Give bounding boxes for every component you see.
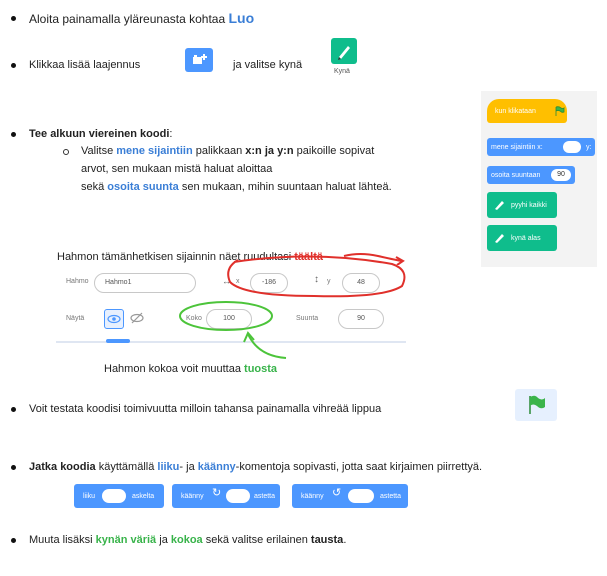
sub1-mid: palikkaan	[192, 145, 246, 157]
add-extension-icon	[185, 48, 213, 72]
turn-left-icon: ↺	[332, 487, 342, 499]
green-arrow-icon	[243, 331, 287, 359]
green-flag-icon	[529, 395, 545, 414]
turn-right-icon: ↻	[212, 487, 222, 499]
bullet	[11, 16, 16, 21]
turn-left-prefix: käänny	[301, 493, 324, 500]
turn-right-block: käänny ↻ astetta	[172, 484, 280, 508]
pen-icon	[495, 201, 504, 210]
eye-hidden-icon	[130, 312, 144, 324]
turn-right-prefix: käänny	[181, 493, 204, 500]
code-example-panel: kun klikataan mene sijaintiin x: y: osoi…	[481, 91, 597, 267]
instruction-4-text: Voit testata koodisi toimivuutta milloin…	[29, 403, 382, 415]
sub3-suffix: sen mukaan, mihin suuntaan haluat lähteä…	[178, 181, 392, 193]
turn-right-suffix: astetta	[254, 493, 276, 500]
i5-t2: - ja	[179, 461, 198, 473]
eye-icon	[107, 314, 121, 324]
sub3-prefix: sekä	[81, 181, 108, 193]
point-value-input[interactable]: 90	[551, 169, 571, 181]
pen-clear-label: pyyhi kaikki	[511, 202, 547, 209]
move-suffix: askelta	[132, 493, 155, 500]
turn-left-input[interactable]	[348, 489, 374, 503]
i6-t4: .	[343, 534, 347, 546]
go-to-xy-block: mene sijaintiin x: y:	[487, 138, 595, 156]
goto-x-input[interactable]	[563, 141, 581, 153]
instruction-3-heading: Tee alkuun viereinen koodi:	[29, 127, 172, 141]
sub-instruction-line-3: sekä osoita suunta sen mukaan, mihin suu…	[81, 180, 392, 194]
bullet	[11, 63, 16, 68]
direction-field[interactable]: 90	[338, 309, 384, 329]
heading-suffix: :	[169, 128, 173, 140]
instruction-2-text-after: ja valitse kynä	[233, 59, 303, 71]
size-note: Hahmon kokoa voit muuttaa tuosta	[104, 362, 277, 376]
turn-right-input[interactable]	[226, 489, 250, 503]
pen-down-label: kynä alas	[511, 235, 541, 242]
pen-clear-block: pyyhi kaikki	[487, 192, 557, 218]
heading-text: Tee alkuun viereinen koodi	[29, 128, 170, 140]
xy-bold: x:n ja y:n	[245, 145, 294, 157]
pen-down-block: kynä alas	[487, 225, 557, 251]
pen-caption: Kynä	[334, 68, 350, 75]
i6-t2: ja	[156, 534, 171, 546]
bullet	[11, 132, 16, 137]
sub-instruction-line-2: arvot, sen mukaan mistä haluat aloittaa	[81, 163, 273, 175]
i6-t3: sekä valitse erilainen	[202, 534, 311, 546]
turn-left-block: käänny ↺ astetta	[292, 484, 408, 508]
goto-highlight: mene sijaintiin	[116, 145, 193, 157]
goto-prefix: mene sijaintiin x:	[491, 144, 543, 151]
when-flag-clicked-block: kun klikataan	[487, 99, 567, 123]
i5-t1: käyttämällä	[95, 461, 158, 473]
show-visible-button[interactable]	[104, 309, 124, 329]
instruction-5: Jatka koodia käyttämällä liiku- ja käänn…	[29, 460, 482, 474]
goto-y-label: y:	[586, 144, 592, 151]
sprite-label: Hahmo	[66, 278, 89, 285]
sub1-prefix: Valitse	[81, 145, 117, 157]
show-hidden-button[interactable]	[128, 309, 146, 327]
bullet	[11, 407, 16, 412]
instruction-1-text: Aloita painamalla yläreunasta kohtaa	[29, 12, 229, 26]
instruction-2-text: Klikkaa lisää laajennus	[29, 59, 141, 71]
pen-size-highlight: kokoa	[170, 534, 203, 546]
move-highlight: liiku	[157, 461, 180, 473]
instruction-6: Muuta lisäksi kynän väriä ja kokoa sekä …	[29, 533, 346, 547]
i6-t1: Muuta lisäksi	[29, 534, 96, 546]
bullet	[11, 465, 16, 470]
green-flag-icon	[555, 106, 565, 116]
pen-color-highlight: kynän väriä	[95, 534, 157, 546]
sprite-name-field[interactable]: Hahmo1	[94, 273, 196, 293]
backdrop-bold: tausta	[310, 534, 344, 546]
point-label: osoita suuntaan	[491, 172, 541, 179]
size-note-text: Hahmon kokoa voit muuttaa	[104, 363, 245, 375]
bullet	[11, 538, 16, 543]
green-highlight-circle	[179, 301, 273, 331]
point-highlight: osoita suunta	[107, 181, 179, 193]
pen-extension-icon	[331, 38, 357, 64]
size-highlight: tuosta	[244, 363, 278, 375]
hat-label: kun klikataan	[495, 108, 536, 115]
move-steps-input[interactable]	[102, 489, 126, 503]
direction-label: Suunta	[296, 315, 319, 322]
sub-instruction-line-1: Valitse mene sijaintiin palikkaan x:n ja…	[81, 144, 374, 158]
instruction-1: Aloita painamalla yläreunasta kohtaa Luo	[29, 11, 254, 26]
turn-left-suffix: astetta	[380, 493, 402, 500]
show-label: Näytä	[66, 315, 85, 322]
pen-icon	[495, 234, 504, 243]
green-flag-button[interactable]	[515, 389, 557, 421]
sub1-suffix: paikoille sopivat	[293, 145, 375, 157]
point-direction-block: osoita suuntaan 90	[487, 166, 575, 184]
panel-tab-indicator	[106, 339, 130, 343]
move-prefix: liiku	[83, 493, 96, 500]
sub-bullet	[63, 149, 69, 155]
move-steps-block: liiku askelta	[74, 484, 164, 508]
red-highlight-circle	[227, 255, 406, 298]
continue-bold: Jatka koodia	[29, 461, 96, 473]
luo-highlight: Luo	[228, 10, 255, 26]
i5-t3: -komentoja sopivasti, jotta saat kirjaim…	[235, 461, 483, 473]
turn-highlight: käänny	[197, 461, 236, 473]
